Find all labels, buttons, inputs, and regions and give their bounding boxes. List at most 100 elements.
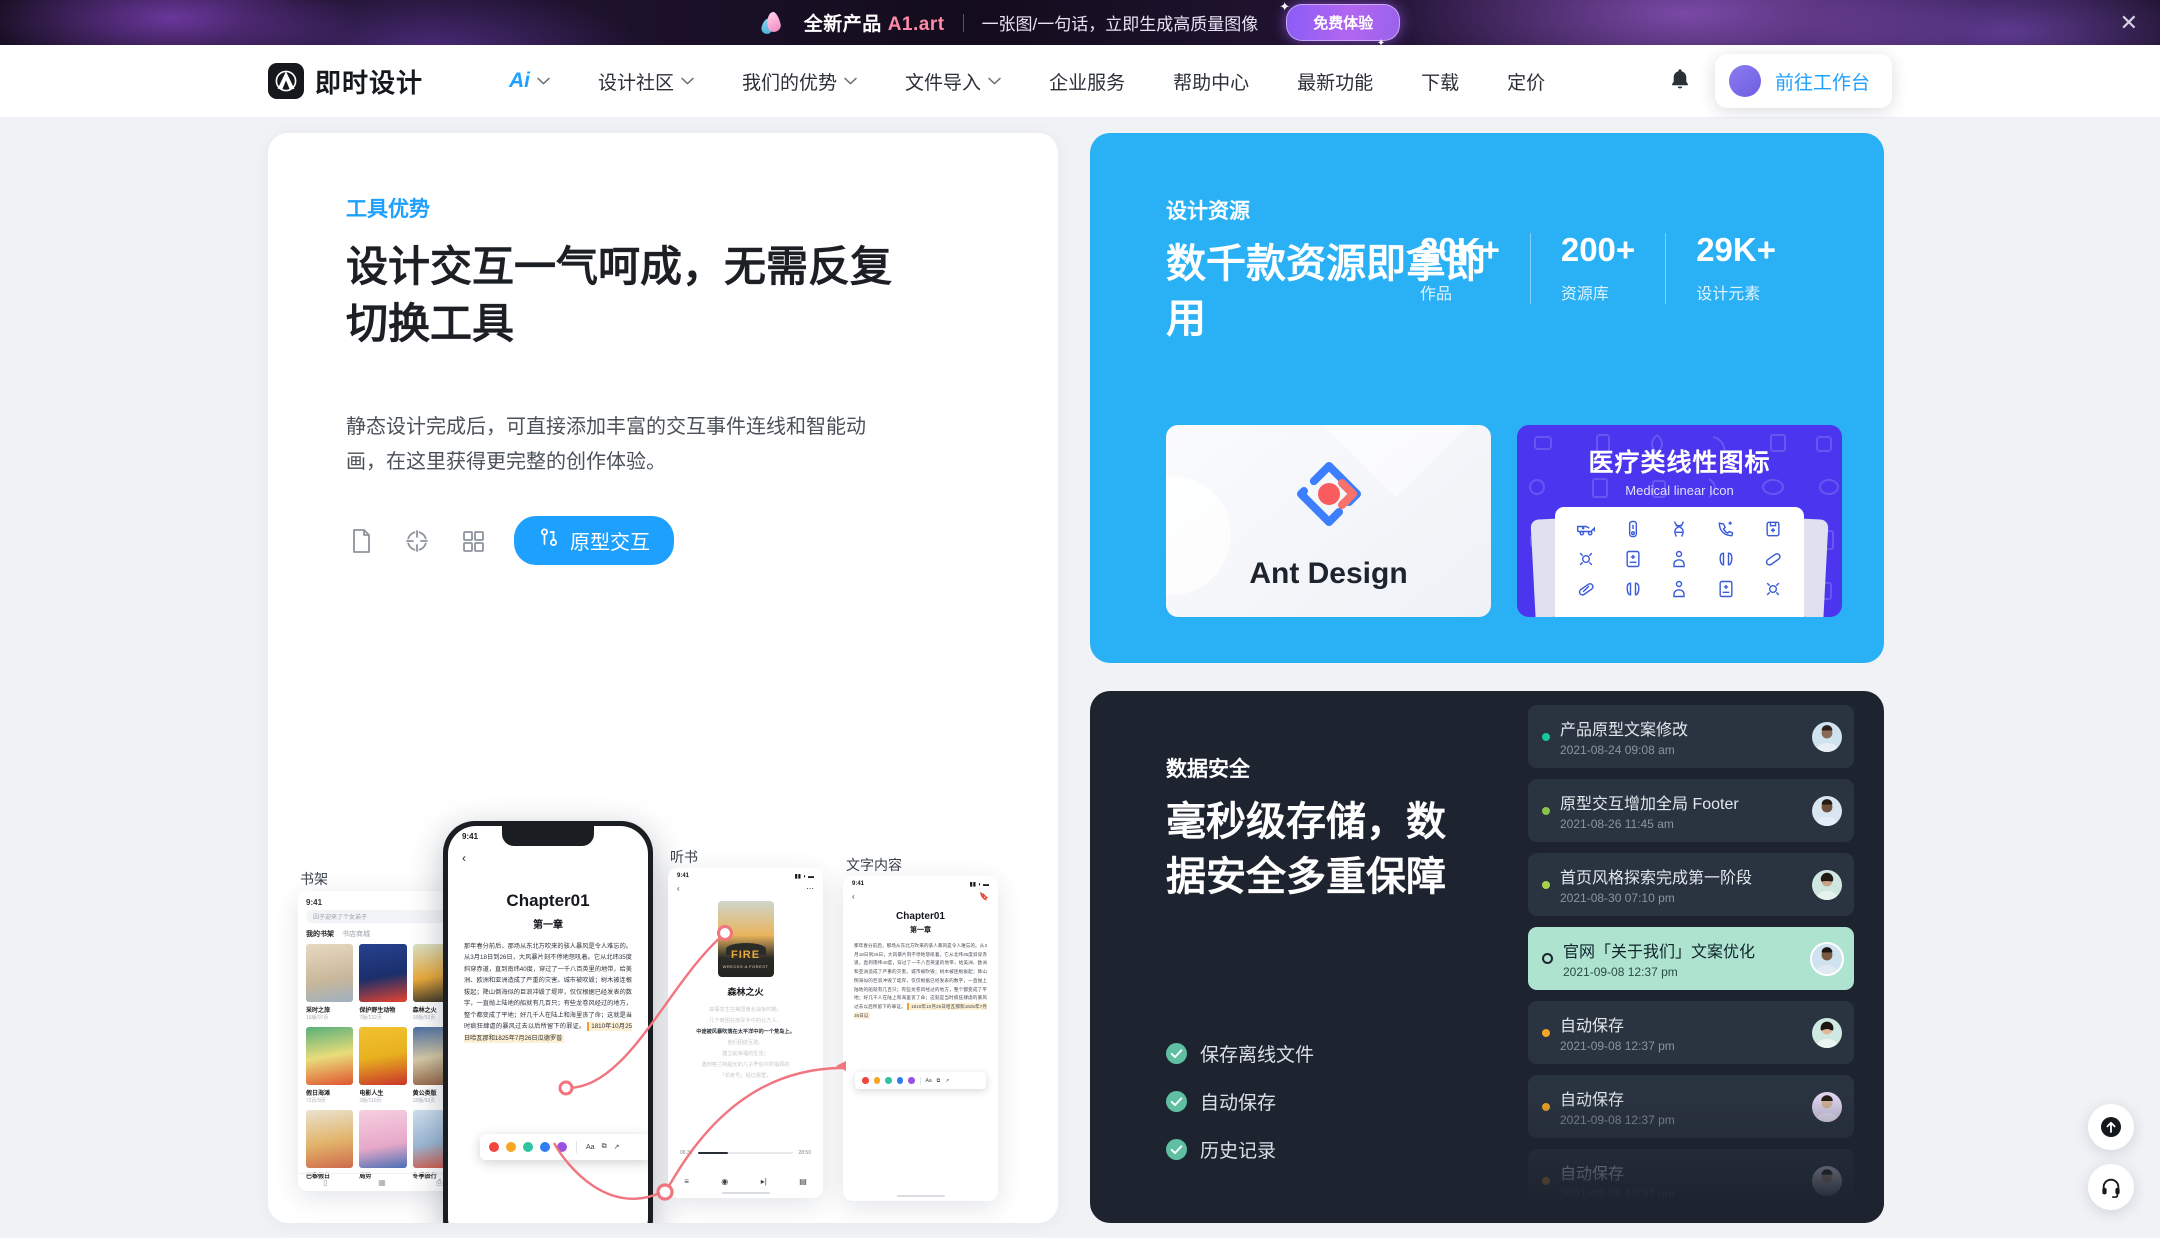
swatch-orange[interactable]: [506, 1142, 516, 1152]
shelf-tab-icon-book[interactable]: ▯: [323, 1178, 327, 1187]
stat-works: 20K+ 作品: [1390, 233, 1530, 304]
stat-label: 资源库: [1560, 286, 1609, 303]
shelf-search-field[interactable]: 因子迎来了个女弟子: [306, 910, 460, 923]
notification-bell-icon[interactable]: [1669, 67, 1691, 96]
bookmark-icon[interactable]: 🔖: [979, 892, 989, 901]
medical-card-title: 医疗类线性图标: [1588, 449, 1771, 477]
swatch-red[interactable]: [489, 1142, 499, 1152]
nav-item-ai[interactable]: Ai: [485, 69, 574, 93]
support-button[interactable]: [2088, 1164, 2134, 1210]
share-icon[interactable]: ↗: [945, 1078, 949, 1084]
promo-cta-button[interactable]: ✦ 免费体验 ✦: [1279, 0, 1401, 45]
resource-card-medical-icons[interactable]: 医疗类线性图标 Medical linear Icon: [1517, 425, 1842, 617]
dna-icon: [1656, 519, 1703, 539]
font-size-button[interactable]: Aa: [586, 1144, 595, 1151]
brand-logo[interactable]: 即时设计: [268, 63, 423, 100]
resource-stats: 20K+ 作品 200+ 资源库 29K+ 设计元素: [1390, 233, 1806, 304]
chapter-title: Chapter01: [506, 891, 590, 910]
avatar: [1812, 943, 1842, 974]
activity-item[interactable]: 原型交互增加全局 Footer 2021-08-26 11:45 am: [1528, 779, 1854, 842]
avatar: [1812, 1091, 1842, 1122]
target-icon[interactable]: [402, 526, 432, 556]
stat-label: 作品: [1420, 286, 1453, 303]
activity-title: 自动保存: [1560, 1092, 1625, 1109]
nav-item-pricing[interactable]: 定价: [1483, 68, 1569, 95]
shelf-tab-icon-grid[interactable]: ▦: [378, 1178, 386, 1187]
grid-icon[interactable]: [458, 526, 488, 556]
close-icon[interactable]: ✕: [2120, 11, 2138, 34]
swatch-blue[interactable]: [540, 1142, 550, 1152]
nav-item-label: 下载: [1421, 72, 1460, 94]
copy-icon[interactable]: ⧉: [602, 1143, 607, 1151]
list-item[interactable]: 巴黎假日: [306, 1110, 354, 1180]
activity-item[interactable]: 首页风格探索完成第一阶段 2021-08-30 07:10 pm: [1528, 853, 1854, 916]
more-icon[interactable]: ⋯: [806, 884, 814, 893]
reader-toolbar: Aa ⧉ ↗: [480, 1134, 648, 1160]
book-sub: 72页/9页: [306, 1098, 326, 1104]
feature-label: 保存离线文件: [1200, 1045, 1315, 1066]
list-item[interactable]: 假日海滩 72页/9页: [306, 1027, 354, 1104]
ambulance-icon: [1563, 519, 1610, 539]
swatch-blue[interactable]: [896, 1077, 903, 1084]
nav-item-community[interactable]: 设计社区: [574, 68, 718, 95]
security-feature-list: 保存离线文件 自动保存 历史记录: [1166, 1040, 1314, 1163]
workbench-label: 前往工作台: [1774, 72, 1870, 94]
kidney-icon: [1703, 549, 1750, 569]
listen-cover-art: FIRE WRECKS A FOREST: [717, 901, 774, 977]
prototype-interaction-button[interactable]: 原型交互: [514, 516, 674, 566]
font-size-button[interactable]: Aa: [926, 1078, 932, 1084]
nav-item-download[interactable]: 下载: [1397, 68, 1483, 95]
swatch-orange[interactable]: [873, 1077, 880, 1084]
share-icon[interactable]: ↗: [614, 1143, 620, 1151]
swatch-green[interactable]: [885, 1077, 892, 1084]
text-reader-toolbar: Aa ⧉ ↗: [855, 1072, 986, 1089]
playlist-icon[interactable]: ≡: [684, 1177, 689, 1186]
back-icon[interactable]: ‹: [677, 884, 680, 893]
listen-progress[interactable]: 06:32 28:50: [680, 1150, 811, 1156]
activity-item-selected[interactable]: 官网「关于我们」文案优化 2021-09-08 12:37 pm: [1528, 927, 1854, 990]
shelf-tab-mine[interactable]: 我的书架: [306, 929, 334, 939]
back-to-top-button[interactable]: [2088, 1104, 2134, 1150]
nav-item-help[interactable]: 帮助中心: [1149, 68, 1273, 95]
list-item[interactable]: 局势: [359, 1110, 407, 1180]
play-pause-icon[interactable]: ◉: [721, 1177, 728, 1186]
file-icon[interactable]: [346, 526, 376, 556]
nav-item-advantages[interactable]: 我们的优势: [718, 68, 881, 95]
progress-track[interactable]: [697, 1152, 794, 1154]
swatch-red[interactable]: [862, 1077, 869, 1084]
activity-time: 2021-08-26 11:45 am: [1560, 817, 1674, 831]
shelf-tab-icon-bookmark[interactable]: ⎙: [436, 1178, 442, 1188]
home-indicator: [896, 1195, 945, 1197]
swatch-purple[interactable]: [908, 1077, 915, 1084]
workbench-button[interactable]: 前往工作台: [1714, 54, 1892, 108]
dark-card-eyebrow: 数据安全: [1166, 758, 1250, 781]
text-chapter-title: Chapter01: [896, 911, 945, 922]
activity-feed[interactable]: 产品原型文案修改 2021-08-24 09:08 am 原型交互增加全局 Foo…: [1528, 705, 1884, 1223]
nav-item-enterprise[interactable]: 企业服务: [1025, 68, 1149, 95]
list-item[interactable]: 保护野生动物 7版/132页: [359, 944, 407, 1021]
swatch-green[interactable]: [523, 1142, 533, 1152]
list-item[interactable]: 采时之旅 18版/97页: [306, 944, 354, 1021]
activity-title: 首页风格探索完成第一阶段: [1560, 870, 1753, 887]
nav-item-import[interactable]: 文件导入: [881, 68, 1025, 95]
copy-icon[interactable]: ⧉: [937, 1078, 941, 1084]
activity-item[interactable]: 自动保存 2021-09-08 12:37 pm: [1528, 1001, 1854, 1064]
swatch-purple[interactable]: [557, 1142, 567, 1152]
nav-item-label: Ai: [509, 69, 531, 92]
bacteria-icon: [1563, 549, 1610, 569]
list-item[interactable]: 电影人生 2版/110页: [359, 1027, 407, 1104]
list-item: 历史记录: [1166, 1136, 1314, 1163]
home-indicator: [721, 1192, 770, 1194]
shelf-tab-store[interactable]: 书店商城: [342, 929, 370, 939]
nav-item-whatsnew[interactable]: 最新功能: [1273, 68, 1397, 95]
resource-card-ant-design[interactable]: Ant Design: [1166, 425, 1491, 617]
back-icon[interactable]: ‹: [852, 892, 855, 901]
activity-item[interactable]: 产品原型文案修改 2021-08-24 09:08 am: [1528, 705, 1854, 768]
activity-item[interactable]: 自动保存 2021-09-08 12:37 pm: [1528, 1075, 1854, 1138]
book-icon[interactable]: ▤: [799, 1177, 807, 1186]
promo-banner: 全新产品 A1.art 一张图/一句话，立即生成高质量图像 ✦ 免费体验 ✦ ✕: [0, 0, 2160, 45]
phone-time: 9:41: [462, 832, 479, 841]
next-icon[interactable]: ▸|: [761, 1177, 767, 1186]
activity-item[interactable]: 自动保存 2021-09-08 12:37 pm: [1528, 1149, 1854, 1212]
lyric-line: 他们团结互助，: [727, 1040, 764, 1046]
